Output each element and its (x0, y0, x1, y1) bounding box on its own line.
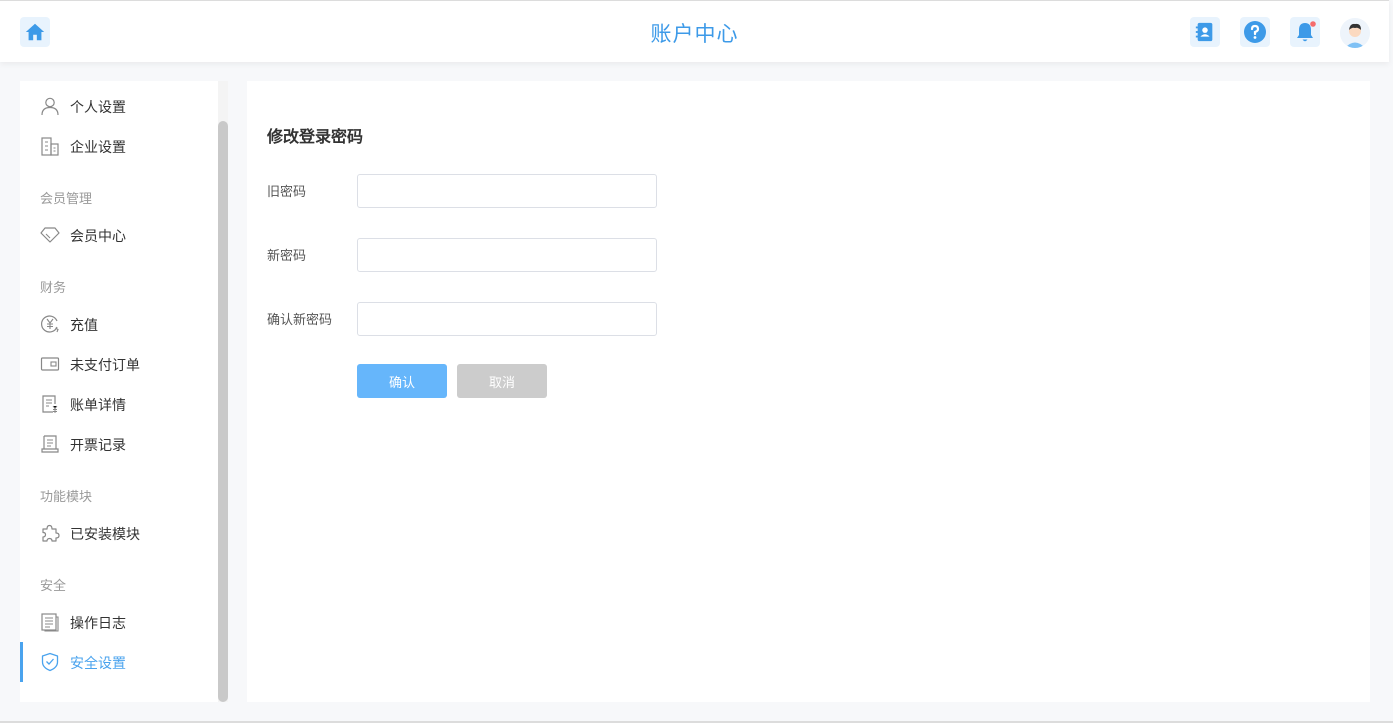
sidebar-item-label: 充值 (70, 318, 98, 334)
sidebar: 个人设置 企业设置 会员管理 会员中心 财务 充值 未支付订单 账单详情 开票记… (20, 81, 228, 702)
sidebar-item-installed-modules[interactable]: 已安装模块 (20, 513, 216, 553)
user-icon (40, 96, 60, 116)
sidebar-item-member-center[interactable]: 会员中心 (20, 215, 216, 255)
main-panel: 修改登录密码 旧密码 新密码 确认新密码 确认 取消 (247, 81, 1370, 702)
sidebar-item-recharge[interactable]: 充值 (20, 304, 216, 344)
avatar-icon (1340, 18, 1370, 48)
sidebar-item-invoice-records[interactable]: 开票记录 (20, 424, 216, 464)
group-label-membership: 会员管理 (40, 192, 93, 207)
sidebar-item-enterprise-settings[interactable]: 企业设置 (20, 126, 216, 166)
bell-icon (1297, 21, 1316, 42)
new-password-input[interactable] (357, 238, 657, 272)
sidebar-item-label: 操作日志 (70, 616, 126, 632)
sidebar-item-security-settings[interactable]: 安全设置 (20, 642, 216, 682)
confirm-button[interactable]: 确认 (357, 364, 447, 398)
sidebar-item-personal-settings[interactable]: 个人设置 (20, 86, 216, 126)
contacts-button[interactable] (1190, 17, 1220, 47)
confirm-password-input[interactable] (357, 302, 657, 336)
top-header: 账户中心 (0, 0, 1389, 62)
sidebar-item-label: 账单详情 (70, 398, 126, 414)
old-password-input[interactable] (357, 174, 657, 208)
yen-icon (40, 314, 60, 334)
group-label-finance: 财务 (40, 281, 67, 296)
sidebar-item-unpaid-orders[interactable]: 未支付订单 (20, 344, 216, 384)
old-password-label: 旧密码 (267, 185, 307, 200)
log-icon (40, 612, 60, 632)
contacts-icon (1195, 22, 1213, 42)
form-title: 修改登录密码 (267, 127, 364, 146)
group-label-security: 安全 (40, 579, 67, 594)
sidebar-item-label: 安全设置 (70, 656, 126, 672)
sidebar-item-label: 企业设置 (70, 140, 126, 156)
wallet-icon (40, 354, 60, 374)
sidebar-item-label: 开票记录 (70, 438, 126, 454)
help-icon (1244, 21, 1266, 43)
sidebar-item-label: 未支付订单 (70, 358, 140, 374)
sidebar-item-bill-details[interactable]: 账单详情 (20, 384, 216, 424)
avatar[interactable] (1340, 18, 1370, 48)
group-label-modules: 功能模块 (40, 490, 93, 505)
sidebar-item-label: 会员中心 (70, 229, 126, 245)
sidebar-item-label: 个人设置 (70, 100, 126, 116)
diamond-icon (40, 225, 60, 245)
bill-icon (40, 394, 60, 414)
sidebar-item-label: 已安装模块 (70, 527, 140, 543)
new-password-label: 新密码 (267, 249, 307, 264)
building-icon (40, 136, 60, 156)
sidebar-item-operation-log[interactable]: 操作日志 (20, 602, 216, 642)
invoice-icon (40, 434, 60, 454)
cancel-button[interactable]: 取消 (457, 364, 547, 398)
shield-check-icon (40, 652, 60, 672)
page-title: 账户中心 (650, 22, 739, 46)
sidebar-scrollbar[interactable] (218, 121, 228, 702)
help-button[interactable] (1240, 17, 1270, 47)
confirm-password-label: 确认新密码 (267, 313, 333, 328)
puzzle-icon (40, 523, 60, 543)
notification-button[interactable] (1290, 17, 1320, 47)
